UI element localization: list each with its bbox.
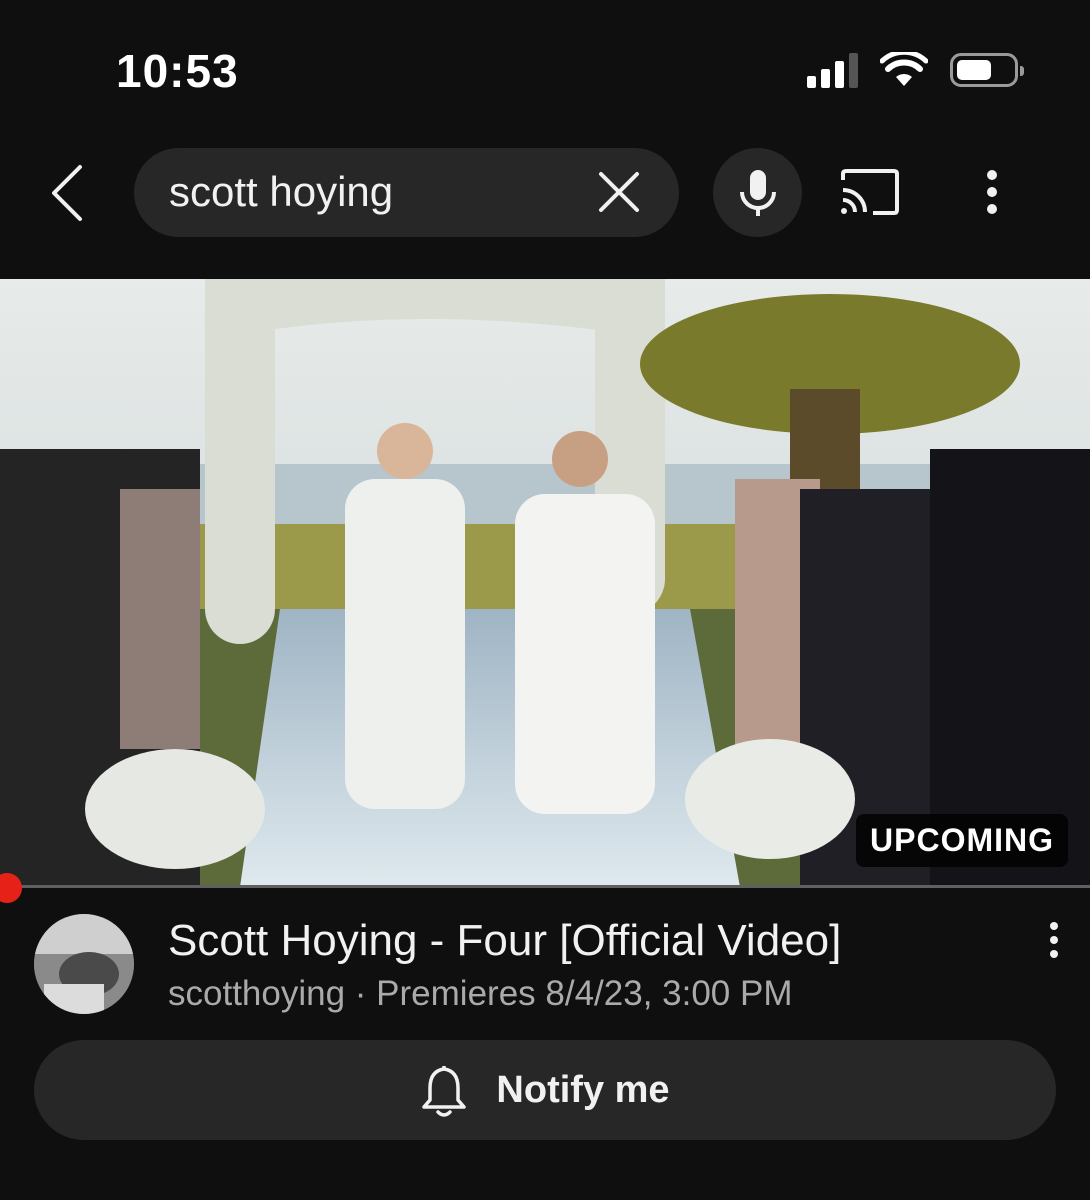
status-icons	[807, 52, 1024, 88]
avatar-image	[34, 914, 134, 1014]
wifi-icon	[880, 52, 928, 86]
chevron-left-icon	[52, 165, 82, 221]
more-vert-icon	[987, 170, 997, 214]
notify-me-label: Notify me	[496, 1068, 670, 1111]
mic-icon	[739, 169, 776, 216]
more-vert-icon	[1050, 922, 1058, 958]
close-icon	[599, 172, 639, 212]
video-meta: scotthoying · Premieres 8/4/23, 3:00 PM	[168, 974, 792, 1014]
more-options-button[interactable]	[968, 162, 1016, 222]
video-thumbnail[interactable]: UPCOMING	[0, 279, 1090, 887]
video-title[interactable]: Scott Hoying - Four [Official Video]	[168, 916, 841, 966]
cellular-signal-icon	[807, 52, 858, 88]
bell-icon	[422, 1065, 467, 1117]
search-query: scott hoying	[169, 168, 394, 215]
cast-icon	[841, 169, 899, 215]
video-more-options-button[interactable]	[1036, 918, 1072, 962]
battery-icon	[950, 53, 1024, 87]
search-header: scott hoying	[0, 148, 1090, 238]
thumbnail-image	[0, 279, 1090, 887]
search-input[interactable]: scott hoying	[134, 148, 679, 237]
meta-separator: ·	[345, 974, 377, 1013]
cast-button[interactable]	[836, 166, 902, 218]
thumbnail-progress-track	[0, 885, 1090, 888]
upcoming-badge: UPCOMING	[856, 814, 1068, 867]
channel-name[interactable]: scotthoying	[168, 974, 345, 1013]
channel-avatar[interactable]	[34, 914, 134, 1014]
back-button[interactable]	[38, 160, 98, 226]
status-bar: 10:53	[0, 0, 1090, 130]
notify-me-button[interactable]: Notify me	[34, 1040, 1056, 1140]
clear-search-button[interactable]	[593, 166, 645, 218]
premiere-date: Premieres 8/4/23, 3:00 PM	[376, 974, 793, 1013]
status-time: 10:53	[116, 45, 239, 97]
voice-search-button[interactable]	[713, 148, 802, 237]
